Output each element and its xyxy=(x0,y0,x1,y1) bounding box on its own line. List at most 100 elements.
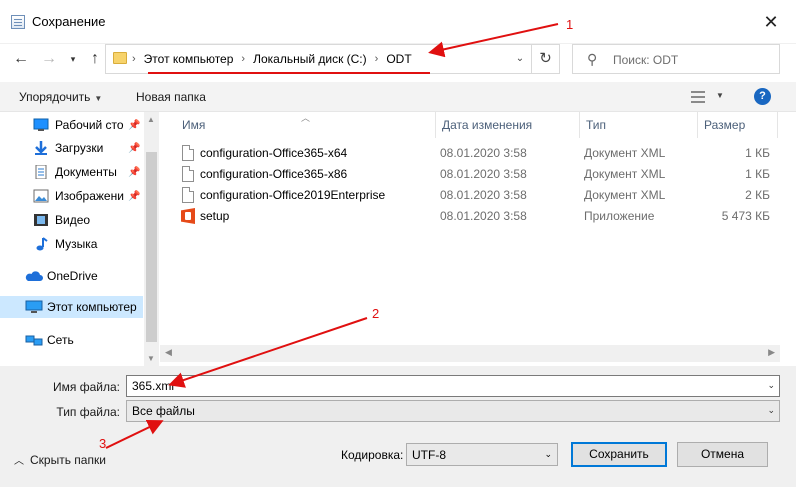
sidebar-item-video[interactable]: Видео xyxy=(0,209,143,231)
breadcrumb-local-disk[interactable]: Локальный диск (C:) xyxy=(253,52,367,66)
scrollbar-thumb[interactable] xyxy=(146,152,157,342)
address-dropdown-icon[interactable]: ⌄ xyxy=(509,45,531,73)
search-icon: ⚲ xyxy=(587,51,598,67)
sidebar-item-desktop[interactable]: Рабочий сто 📌 xyxy=(0,114,143,136)
search-input[interactable]: ⚲ Поиск: ODT xyxy=(572,44,780,74)
back-arrow-icon[interactable]: ← xyxy=(10,48,32,70)
pin-icon: 📌 xyxy=(128,190,141,202)
sidebar-item-documents[interactable]: Документы 📌 xyxy=(0,161,143,183)
computer-icon xyxy=(25,300,43,314)
sort-ascending-icon: ︿ xyxy=(301,113,311,123)
navigation-pane: Рабочий сто 📌 Загрузки 📌 Документы 📌 Изо… xyxy=(0,112,160,366)
sidebar-item-label: Изображени xyxy=(55,189,124,203)
column-header-size[interactable]: Размер xyxy=(698,112,778,138)
chevron-up-icon: ︿ xyxy=(14,456,24,467)
xml-file-icon xyxy=(182,187,194,203)
file-date: 08.01.2020 3:58 xyxy=(440,146,527,160)
xml-file-icon xyxy=(182,145,194,161)
save-button[interactable]: Сохранить xyxy=(571,442,667,467)
file-date: 08.01.2020 3:58 xyxy=(440,167,527,181)
recent-locations-chevron-icon[interactable]: ▾ xyxy=(62,48,84,70)
file-type: Приложение xyxy=(584,209,655,223)
window-title: Сохранение xyxy=(32,14,106,29)
pin-icon: 📌 xyxy=(128,142,141,154)
breadcrumb-separator: › xyxy=(374,53,379,65)
filetype-value: Все файлы xyxy=(132,404,195,418)
scroll-down-icon[interactable]: ▼ xyxy=(147,354,155,363)
sidebar-item-onedrive[interactable]: OneDrive xyxy=(0,265,143,287)
breadcrumb-odt[interactable]: ODT xyxy=(386,52,411,66)
documents-icon xyxy=(33,164,49,180)
new-folder-button[interactable]: Новая папка xyxy=(136,90,206,104)
sidebar-item-pictures[interactable]: Изображени 📌 xyxy=(0,185,143,207)
file-row[interactable]: configuration-Office2019Enterprise 08.01… xyxy=(176,185,776,206)
network-icon xyxy=(25,333,43,347)
title-bar: Сохранение ✕ xyxy=(0,0,796,44)
chevron-down-icon[interactable]: ⌄ xyxy=(767,405,775,416)
notepad-icon xyxy=(11,15,25,29)
filename-label: Имя файла: xyxy=(53,380,120,394)
sidebar-item-label: Документы xyxy=(55,165,117,179)
column-header-date[interactable]: Дата изменения xyxy=(436,112,580,138)
scroll-up-icon[interactable]: ▲ xyxy=(147,115,155,124)
search-placeholder: Поиск: ODT xyxy=(613,53,679,67)
breadcrumb-separator: › xyxy=(241,53,246,65)
encoding-value: UTF-8 xyxy=(412,448,446,462)
forward-arrow-icon[interactable]: → xyxy=(38,48,60,70)
encoding-select[interactable]: UTF-8 ⌄ xyxy=(406,443,558,466)
annotation-number-1: 1 xyxy=(566,17,574,32)
annotation-number-2: 2 xyxy=(372,306,380,321)
close-button[interactable]: ✕ xyxy=(760,12,782,34)
hide-folders-label: Скрыть папки xyxy=(30,453,106,467)
file-size: 5 473 КБ xyxy=(721,209,770,223)
sidebar-item-label: Видео xyxy=(55,213,91,227)
sidebar-item-network[interactable]: Сеть xyxy=(0,329,143,351)
file-name: configuration-Office365-x86 xyxy=(200,167,348,181)
file-date: 08.01.2020 3:58 xyxy=(440,188,527,202)
help-icon[interactable]: ? xyxy=(754,88,771,105)
scroll-left-icon[interactable]: ◀ xyxy=(165,347,172,358)
pin-icon: 📌 xyxy=(128,119,141,131)
hide-folders-button[interactable]: ︿ Скрыть папки xyxy=(14,452,106,467)
breadcrumb-separator: › xyxy=(132,53,136,65)
file-row[interactable]: setup 08.01.2020 3:58 Приложение 5 473 К… xyxy=(176,206,776,227)
sidebar-scrollbar[interactable]: ▲ ▼ xyxy=(144,112,159,366)
chevron-down-icon: ▼ xyxy=(94,94,103,103)
sidebar-item-label: Сеть xyxy=(47,333,74,347)
breadcrumb-this-pc[interactable]: Этот компьютер xyxy=(144,52,234,66)
filename-input[interactable]: 365.xml ⌄ xyxy=(126,375,780,397)
file-name: configuration-Office2019Enterprise xyxy=(200,188,386,202)
filename-value: 365.xml xyxy=(132,379,175,393)
onedrive-icon xyxy=(25,269,43,283)
breadcrumb: › Этот компьютер › Локальный диск (C:) ›… xyxy=(132,52,412,66)
column-header-type[interactable]: Тип xyxy=(580,112,698,138)
address-bar[interactable]: › Этот компьютер › Локальный диск (C:) ›… xyxy=(105,44,560,74)
sidebar-item-label: OneDrive xyxy=(47,269,98,283)
sidebar-item-label: Музыка xyxy=(55,237,98,251)
cancel-button[interactable]: Отмена xyxy=(677,442,768,467)
file-list: Имя ︿ Дата изменения Тип Размер configur… xyxy=(160,112,780,366)
file-date: 08.01.2020 3:58 xyxy=(440,209,527,223)
filetype-label: Тип файла: xyxy=(56,405,120,419)
scroll-right-icon[interactable]: ▶ xyxy=(768,347,775,358)
view-options-icon[interactable] xyxy=(691,91,705,103)
file-row[interactable]: configuration-Office365-x86 08.01.2020 3… xyxy=(176,164,776,185)
refresh-icon[interactable]: ↻ xyxy=(531,45,559,73)
file-size: 1 КБ xyxy=(745,146,770,160)
download-icon xyxy=(33,141,49,155)
sidebar-item-music[interactable]: Музыка xyxy=(0,233,143,255)
file-type: Документ XML xyxy=(584,167,666,181)
sidebar-item-label: Рабочий сто xyxy=(55,118,124,132)
file-row[interactable]: configuration-Office365-x64 08.01.2020 3… xyxy=(176,143,776,164)
filetype-select[interactable]: Все файлы ⌄ xyxy=(126,400,780,422)
sidebar-item-this-pc[interactable]: Этот компьютер xyxy=(0,296,143,318)
vertical-scroll-area xyxy=(780,112,796,366)
view-chevron-down-icon[interactable]: ▼ xyxy=(716,91,724,100)
chevron-down-icon[interactable]: ⌄ xyxy=(767,380,775,391)
sidebar-item-label: Этот компьютер xyxy=(47,300,137,314)
file-size: 2 КБ xyxy=(745,188,770,202)
horizontal-scrollbar[interactable]: ◀ ▶ xyxy=(160,345,780,362)
organize-button[interactable]: Упорядочить ▼ xyxy=(19,90,102,104)
up-arrow-icon[interactable]: ↑ xyxy=(84,48,106,70)
sidebar-item-downloads[interactable]: Загрузки 📌 xyxy=(0,137,143,159)
